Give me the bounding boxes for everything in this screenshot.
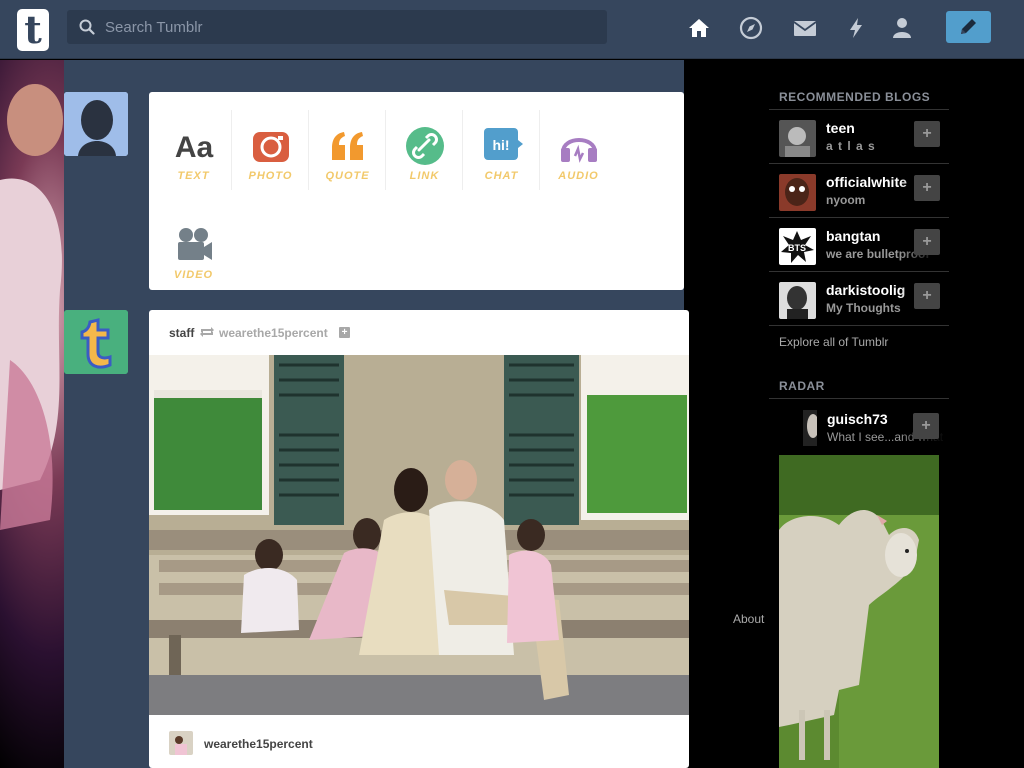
svg-text:hi!: hi! — [492, 137, 509, 153]
blog-name: officialwhite — [826, 174, 907, 190]
blog-avatar-image — [779, 174, 816, 211]
compose-pencil-icon — [961, 19, 976, 34]
blog-avatar — [779, 120, 816, 157]
post-type-link-button[interactable]: LINK — [386, 110, 463, 190]
silhouette-avatar-icon — [64, 92, 128, 156]
post-type-audio-button[interactable]: AUDIO — [540, 110, 617, 190]
radar-blog-name: guisch73 — [827, 411, 888, 427]
home-icon[interactable] — [686, 15, 712, 41]
post-type-photo-button[interactable]: PHOTO — [232, 110, 309, 190]
dashboard-post: staff wearethe15percent + wearethe15perc… — [149, 310, 689, 768]
divider — [769, 398, 949, 399]
follow-source-button[interactable]: + — [339, 327, 350, 338]
activity-lightning-icon[interactable] — [843, 15, 869, 41]
bts-logo-avatar: BTS — [779, 228, 816, 265]
post-type-quote-button[interactable]: QUOTE — [309, 110, 386, 190]
follow-blog-button[interactable]: + — [914, 121, 940, 147]
blog-subtitle: My Thoughts — [826, 301, 901, 315]
photo-camera-icon — [253, 132, 289, 162]
blog-name: darkistoolig — [826, 282, 906, 298]
reblog-icon — [200, 327, 214, 337]
svg-text:BTS: BTS — [788, 243, 806, 253]
follow-blog-button[interactable]: + — [914, 175, 940, 201]
blog-avatar-image — [779, 120, 816, 157]
post-type-video-button[interactable]: VIDEO — [155, 209, 232, 289]
post-author-name[interactable]: staff — [169, 326, 194, 340]
radar-blog-item[interactable]: guisch73 What I see...and what + — [779, 408, 964, 448]
search-input[interactable] — [105, 10, 595, 44]
top-navigation-bar: t — [0, 0, 1024, 59]
video-camera-icon — [178, 228, 212, 260]
recommended-blog-item[interactable]: officialwhite nyoom + — [769, 164, 949, 218]
post-type-text-button[interactable]: Aa TEXT — [155, 110, 232, 190]
post-author-avatar[interactable] — [64, 310, 128, 374]
search-box[interactable] — [67, 10, 607, 44]
recommended-blog-item[interactable]: BTS bangtan we are bulletproof + — [769, 218, 949, 272]
post-footer-blog-name[interactable]: wearethe15percent — [204, 737, 313, 751]
blog-subtitle: nyoom — [826, 193, 866, 207]
tumblr-t-avatar-icon — [64, 310, 128, 374]
explore-compass-icon[interactable] — [738, 15, 764, 41]
recommended-blog-item[interactable]: teen a t l a s + — [769, 110, 949, 164]
post-header: staff wearethe15percent + — [149, 310, 689, 354]
link-icon — [406, 127, 444, 165]
post-source-name[interactable]: wearethe15percent — [219, 326, 328, 340]
post-type-link-label: LINK — [409, 170, 440, 182]
text-aa-icon: Aa — [175, 131, 214, 164]
compose-button[interactable] — [946, 11, 991, 43]
tumblr-logo[interactable]: t — [17, 9, 49, 51]
post-type-photo-label: PHOTO — [248, 170, 293, 182]
post-type-selector: Aa TEXT PHOTO QUOTE LINK hi! CHAT AUDIO … — [149, 92, 684, 290]
post-type-video-label: VIDEO — [173, 269, 214, 281]
about-link[interactable]: About — [733, 612, 764, 626]
blog-avatar: BTS — [779, 228, 816, 265]
svg-text:Aa: Aa — [175, 131, 214, 164]
post-photo[interactable] — [149, 355, 689, 715]
blog-avatar — [779, 282, 816, 319]
recommended-blog-item[interactable]: darkistoolig My Thoughts + — [769, 272, 949, 326]
blog-avatar-image — [779, 282, 816, 319]
post-type-quote-label: QUOTE — [325, 170, 370, 182]
blog-name: teen — [826, 120, 855, 136]
post-type-chat-button[interactable]: hi! CHAT — [463, 110, 540, 190]
radar-post-photo[interactable] — [779, 455, 939, 768]
blog-subtitle: a t l a s — [826, 139, 876, 153]
radar-avatar — [803, 410, 817, 446]
blog-name: bangtan — [826, 228, 881, 244]
inbox-mail-icon[interactable] — [792, 15, 818, 41]
post-type-audio-label: AUDIO — [558, 170, 599, 182]
chat-bubble-icon: hi! — [484, 128, 523, 160]
source-avatar-image — [169, 731, 193, 755]
radar-heading: RADAR — [779, 379, 825, 393]
follow-blog-button[interactable]: + — [914, 229, 940, 255]
source-avatar[interactable] — [169, 731, 193, 755]
follow-radar-button[interactable]: + — [913, 413, 939, 439]
explore-all-link[interactable]: Explore all of Tumblr — [779, 335, 888, 349]
post-type-text-label: TEXT — [177, 170, 210, 182]
quote-icon — [332, 132, 363, 160]
headphones-icon — [561, 138, 597, 163]
radar-avatar-image — [803, 410, 817, 446]
account-person-icon[interactable] — [889, 15, 915, 41]
search-icon — [79, 19, 95, 35]
user-avatar[interactable] — [64, 92, 128, 156]
post-type-chat-label: CHAT — [484, 170, 519, 182]
recommended-blogs-heading: RECOMMENDED BLOGS — [779, 90, 931, 104]
blog-avatar — [779, 174, 816, 211]
follow-blog-button[interactable]: + — [914, 283, 940, 309]
